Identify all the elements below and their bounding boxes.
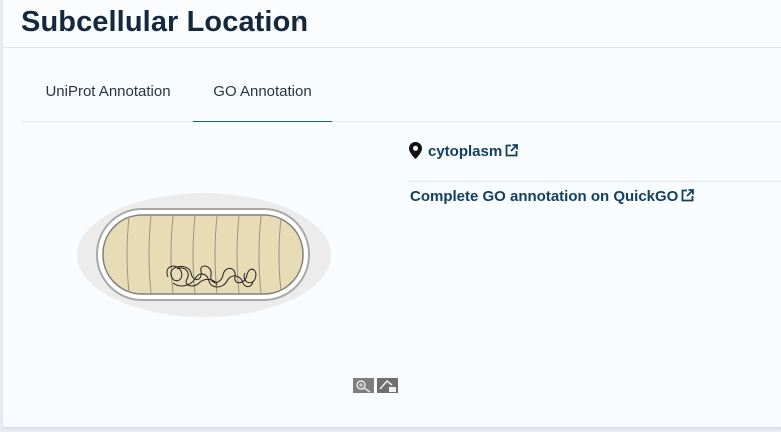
info-marker[interactable]: i bbox=[297, 14, 299, 24]
go-locations: cytoplasm Complete GO annotation on Quic… bbox=[408, 135, 781, 205]
subcellular-location-card: Subcellular Location i UniProt Annotatio… bbox=[3, 0, 781, 428]
location-label: cytoplasm bbox=[428, 143, 503, 160]
tab-uniprot-annotation[interactable]: UniProt Annotation bbox=[22, 60, 194, 121]
cytoplasm-region[interactable] bbox=[102, 214, 304, 295]
location-item: cytoplasm bbox=[408, 135, 781, 182]
illustration-toolbar bbox=[353, 378, 398, 393]
external-link-icon bbox=[681, 189, 695, 202]
quickgo-label: Complete GO annotation on QuickGO bbox=[410, 188, 679, 205]
zoom-tool-icon[interactable] bbox=[353, 378, 374, 393]
cell-options-icon[interactable] bbox=[377, 378, 398, 393]
tab-go-annotation[interactable]: GO Annotation bbox=[193, 60, 332, 122]
section-header: Subcellular Location i bbox=[3, 0, 781, 48]
quickgo-link[interactable]: Complete GO annotation on QuickGO bbox=[410, 188, 695, 205]
annotation-tabs: UniProt Annotation GO Annotation bbox=[22, 60, 781, 122]
map-pin-icon bbox=[409, 142, 422, 159]
page-title: Subcellular Location bbox=[21, 6, 309, 38]
cell-illustration[interactable] bbox=[73, 185, 335, 325]
location-link-cytoplasm[interactable]: cytoplasm bbox=[428, 143, 519, 160]
external-link-icon bbox=[505, 144, 519, 157]
